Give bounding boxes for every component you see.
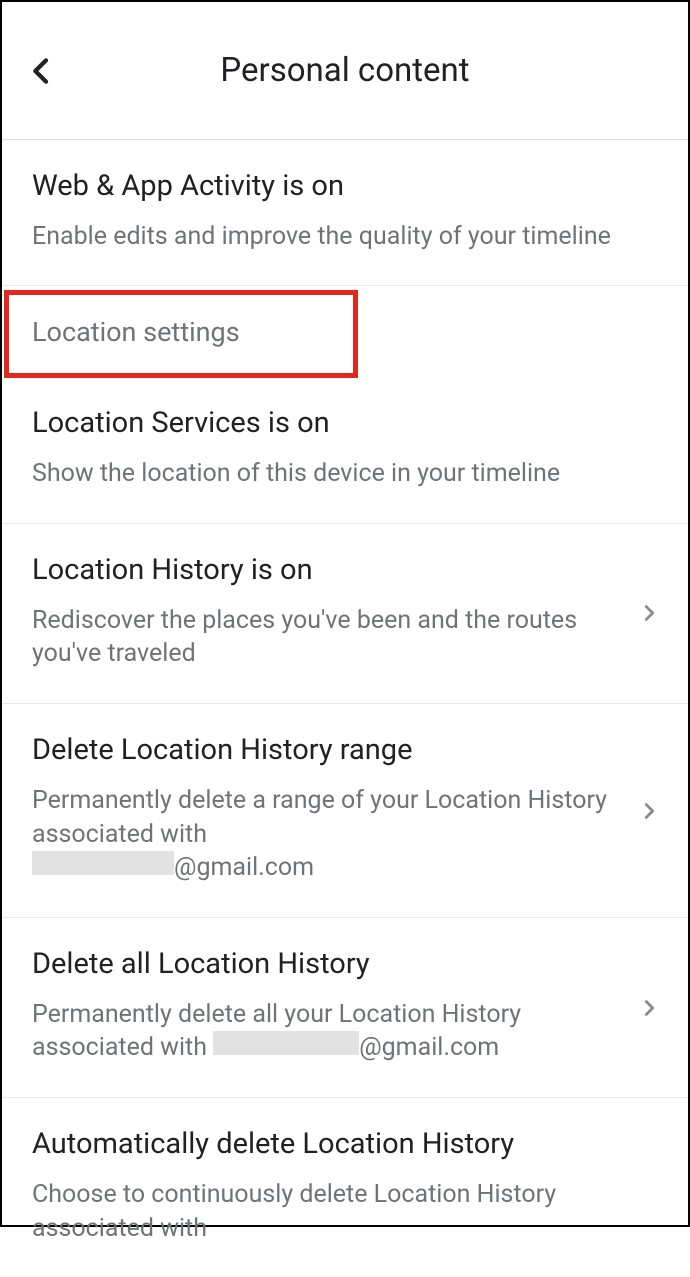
- location-settings-header: Location settings: [2, 286, 688, 362]
- delete-location-range-row[interactable]: Delete Location History range Permanentl…: [2, 704, 688, 918]
- page-title: Personal content: [22, 51, 668, 90]
- chevron-right-icon: [638, 602, 660, 624]
- auto-delete-location-subtitle: Choose to continuously delete Location H…: [32, 1178, 608, 1246]
- header: Personal content: [2, 2, 688, 140]
- web-app-activity-title: Web & App Activity is on: [32, 168, 658, 206]
- email-suffix: @gmail.com: [359, 1033, 499, 1062]
- email-suffix: @gmail.com: [174, 853, 314, 882]
- chevron-right-icon: [638, 997, 660, 1019]
- location-services-title: Location Services is on: [32, 405, 658, 443]
- delete-range-text: Permanently delete a range of your Locat…: [32, 786, 607, 849]
- location-history-row[interactable]: Location History is on Rediscover the pl…: [2, 524, 688, 704]
- redacted-email-prefix: xxxxxx: [32, 851, 174, 875]
- location-history-subtitle: Rediscover the places you've been and th…: [32, 604, 608, 672]
- web-app-activity-subtitle: Enable edits and improve the quality of …: [32, 220, 658, 254]
- delete-all-location-row[interactable]: Delete all Location History Permanently …: [2, 918, 688, 1098]
- delete-location-range-subtitle: Permanently delete a range of your Locat…: [32, 784, 608, 885]
- location-services-row[interactable]: Location Services is on Show the locatio…: [2, 362, 688, 523]
- auto-delete-location-row[interactable]: Automatically delete Location History Ch…: [2, 1098, 688, 1277]
- delete-all-location-title: Delete all Location History: [32, 946, 608, 984]
- back-icon[interactable]: [26, 55, 58, 87]
- location-settings-label: Location settings: [32, 316, 658, 348]
- location-history-title: Location History is on: [32, 552, 608, 590]
- delete-location-range-title: Delete Location History range: [32, 732, 608, 770]
- location-services-subtitle: Show the location of this device in your…: [32, 457, 658, 491]
- auto-delete-location-title: Automatically delete Location History: [32, 1126, 608, 1164]
- web-app-activity-row[interactable]: Web & App Activity is on Enable edits an…: [2, 140, 688, 286]
- chevron-right-icon: [638, 800, 660, 822]
- delete-all-location-subtitle: Permanently delete all your Location His…: [32, 998, 608, 1066]
- redacted-email-prefix: xxxxxx: [213, 1031, 359, 1055]
